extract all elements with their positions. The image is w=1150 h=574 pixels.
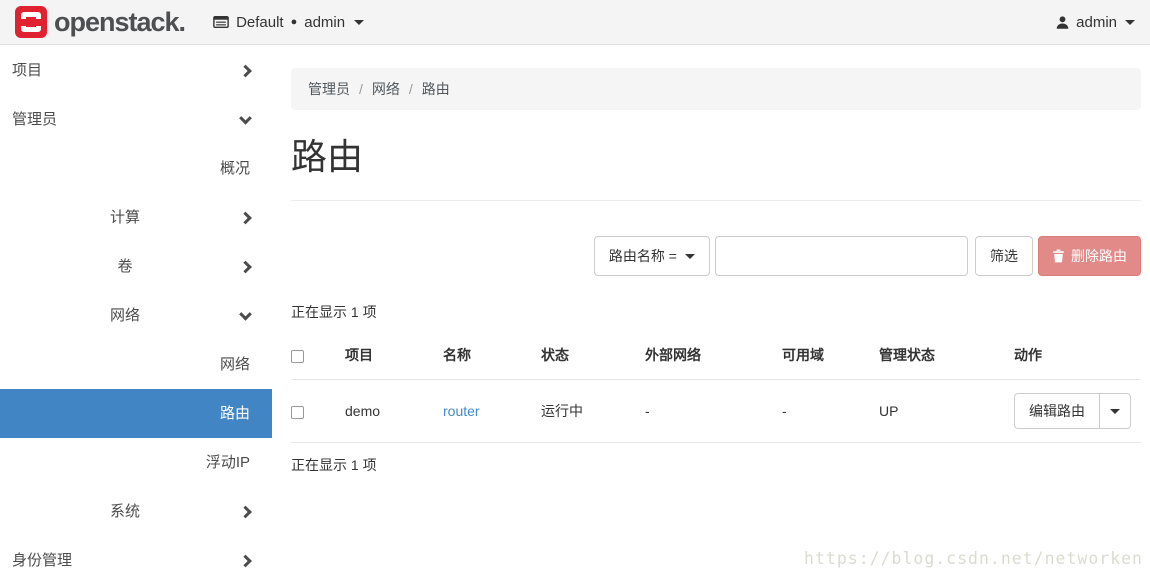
breadcrumb-admin[interactable]: 管理员	[308, 81, 350, 97]
row-checkbox[interactable]	[291, 406, 304, 419]
openstack-brand: openstack.	[15, 6, 185, 38]
chevron-down-icon	[1125, 20, 1135, 25]
domain-project-switcher[interactable]: Default ● admin	[213, 14, 364, 31]
sidebar-item-routers[interactable]: 路由	[0, 389, 272, 438]
sidebar-item-admin[interactable]: 管理员	[0, 95, 272, 144]
sidebar-item-floating-ips[interactable]: 浮动IP	[0, 438, 272, 487]
brand-wordmark: openstack.	[54, 7, 185, 38]
breadcrumb: 管理员/网络/路由	[291, 68, 1141, 110]
sidebar-item-network-group[interactable]: 网络	[0, 291, 272, 340]
user-menu[interactable]: admin	[1055, 14, 1135, 31]
top-bar: openstack. Default ● admin admin	[0, 0, 1150, 45]
col-header-name[interactable]: 名称	[443, 335, 541, 380]
col-header-availability-zone[interactable]: 可用域	[782, 335, 879, 380]
user-icon	[1055, 15, 1070, 30]
cell-project: demo	[345, 380, 443, 443]
openstack-logo-icon	[15, 6, 47, 38]
context-separator: ●	[291, 16, 298, 28]
cell-availability-zone: -	[782, 380, 879, 443]
chevron-right-icon	[239, 554, 252, 567]
items-count-bottom: 正在显示 1 项	[291, 455, 1141, 475]
row-actions-dropdown-toggle[interactable]	[1099, 394, 1130, 428]
col-header-external-network[interactable]: 外部网络	[645, 335, 782, 380]
select-all-checkbox[interactable]	[291, 350, 304, 363]
chevron-down-icon	[239, 111, 252, 124]
main-content: 管理员/网络/路由 路由 路由名称 = 筛选 删除路由 正在显示 1 项	[272, 45, 1150, 574]
chevron-right-icon	[239, 64, 252, 77]
items-count-top: 正在显示 1 项	[291, 302, 1141, 322]
filter-input[interactable]	[715, 236, 968, 276]
table-toolbar: 路由名称 = 筛选 删除路由	[291, 236, 1141, 276]
trash-icon	[1052, 249, 1065, 263]
context-project: admin	[304, 14, 345, 31]
sidebar-item-project[interactable]: 项目	[0, 46, 272, 95]
table-row: demo router 运行中 - - UP 编辑路由	[291, 380, 1141, 443]
sidebar-item-system[interactable]: 系统	[0, 487, 272, 536]
chevron-down-icon	[354, 20, 364, 25]
watermark: https://blog.csdn.net/networken	[804, 549, 1143, 568]
row-actions-split-button: 编辑路由	[1014, 393, 1131, 429]
sidebar-item-volumes[interactable]: 卷	[0, 242, 272, 291]
sidebar-item-compute[interactable]: 计算	[0, 193, 272, 242]
sidebar-nav: 项目 管理员 概况 计算 卷 网络 网络 路由 浮动IP	[0, 45, 272, 574]
context-domain: Default	[236, 14, 284, 31]
col-header-actions: 动作	[1014, 335, 1141, 380]
filter-button[interactable]: 筛选	[975, 236, 1033, 276]
routers-table: 项目 名称 状态 外部网络 可用域 管理状态 动作 demo router 运行…	[291, 335, 1141, 443]
col-header-status[interactable]: 状态	[541, 335, 645, 380]
table-header-row: 项目 名称 状态 外部网络 可用域 管理状态 动作	[291, 335, 1141, 380]
chevron-down-icon	[685, 254, 695, 259]
chevron-down-icon	[1110, 409, 1120, 414]
col-header-project[interactable]: 项目	[345, 335, 443, 380]
page-title: 路由	[291, 132, 1141, 182]
breadcrumb-network[interactable]: 网络	[372, 81, 400, 97]
cell-external-network: -	[645, 380, 782, 443]
sidebar-item-identity[interactable]: 身份管理	[0, 536, 272, 574]
name-filter-dropdown[interactable]: 路由名称 =	[594, 236, 710, 276]
sidebar-item-overview[interactable]: 概况	[0, 144, 272, 193]
cell-status: 运行中	[541, 380, 645, 443]
title-divider	[291, 200, 1141, 201]
cell-admin-state: UP	[879, 380, 1014, 443]
user-name: admin	[1076, 14, 1117, 31]
router-name-link[interactable]: router	[443, 403, 480, 419]
edit-router-button[interactable]: 编辑路由	[1015, 394, 1099, 428]
delete-routers-button[interactable]: 删除路由	[1038, 236, 1141, 276]
breadcrumb-routers: 路由	[422, 81, 450, 97]
col-header-admin-state[interactable]: 管理状态	[879, 335, 1014, 380]
sidebar-item-networks[interactable]: 网络	[0, 340, 272, 389]
table-panel-icon	[213, 15, 229, 29]
